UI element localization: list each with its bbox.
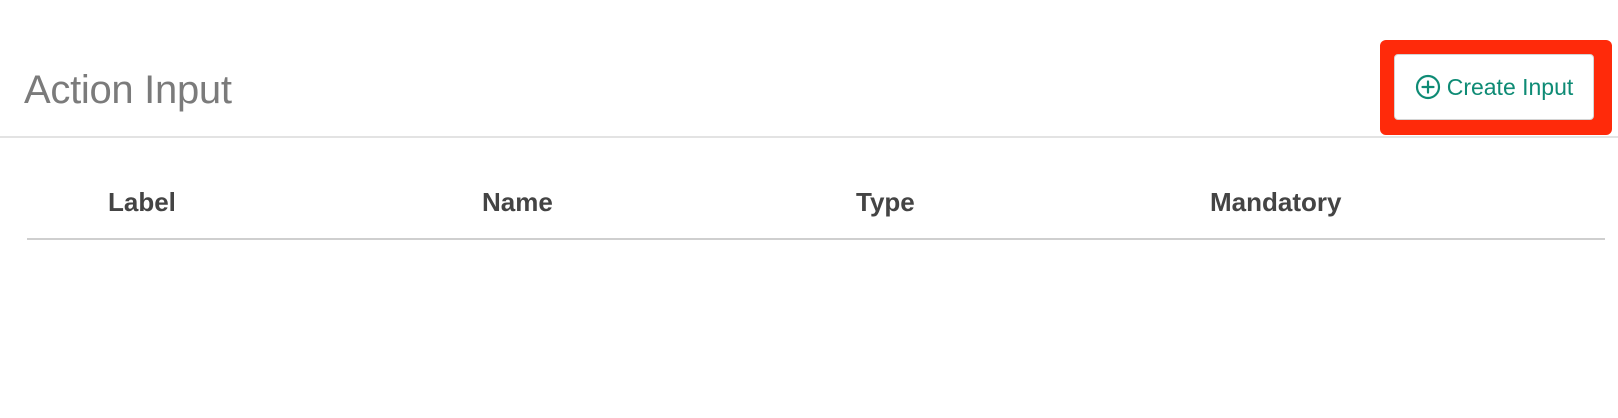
column-header-label[interactable]: Label	[108, 178, 176, 226]
page-title: Action Input	[24, 68, 232, 112]
create-input-button[interactable]: Create Input	[1394, 54, 1594, 120]
column-header-name[interactable]: Name	[482, 178, 553, 226]
plus-circle-icon	[1415, 74, 1441, 100]
column-header-mandatory[interactable]: Mandatory	[1210, 178, 1341, 226]
create-input-label: Create Input	[1446, 73, 1574, 100]
table-header: Label Name Type Mandatory	[0, 178, 1618, 226]
header-divider	[0, 136, 1618, 138]
table-divider	[27, 238, 1605, 240]
column-header-type[interactable]: Type	[856, 178, 915, 226]
